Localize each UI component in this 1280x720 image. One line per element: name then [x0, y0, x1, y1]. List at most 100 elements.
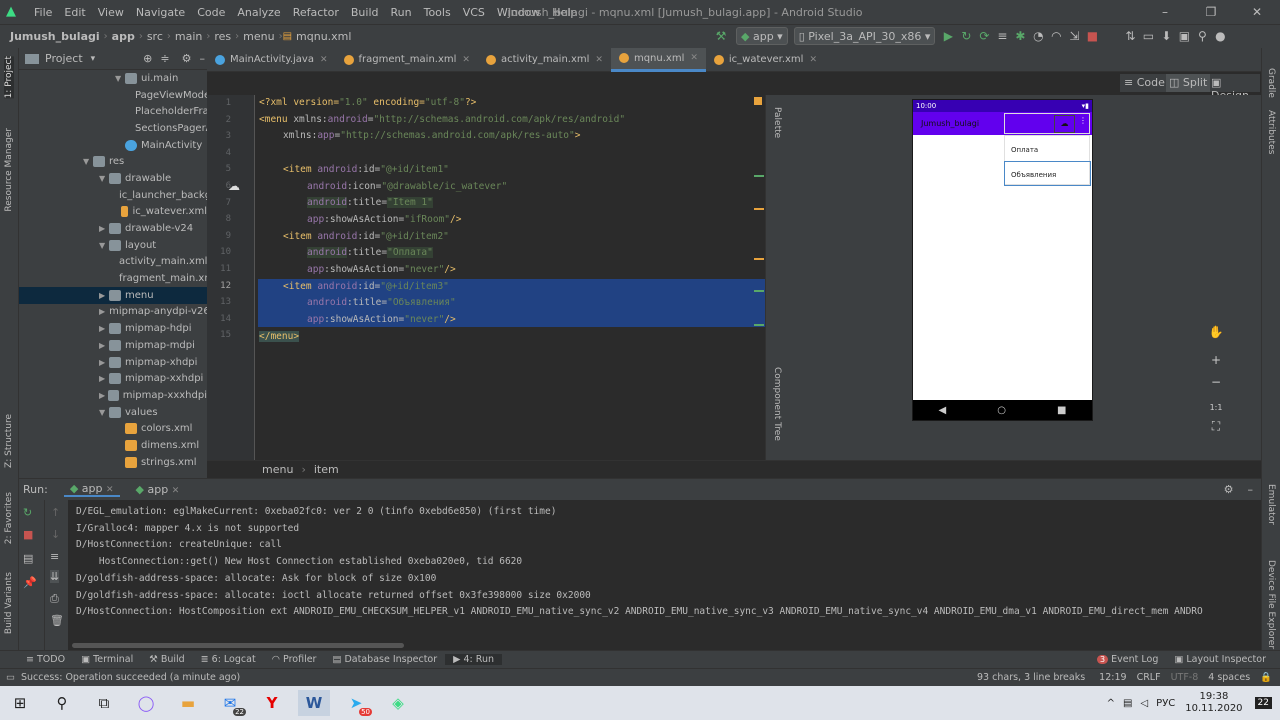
- file-explorer-icon[interactable]: ▬: [172, 690, 204, 716]
- android-studio-taskbar-icon[interactable]: ◈: [382, 690, 414, 716]
- breadcrumb-menu[interactable]: menu: [239, 30, 278, 43]
- coverage-icon[interactable]: ◔: [1029, 29, 1047, 43]
- status-indent[interactable]: 4 spaces: [1208, 672, 1250, 683]
- restore-icon[interactable]: ❐: [1188, 0, 1234, 24]
- notification-center-icon[interactable]: 22: [1254, 697, 1272, 709]
- breadcrumb-project[interactable]: Jumush_bulagi: [0, 30, 104, 43]
- down-arrow-icon[interactable]: ↓: [51, 528, 60, 541]
- device-file-explorer-tool-button[interactable]: Device File Explorer: [1266, 560, 1276, 649]
- chevron-right-icon[interactable]: ▶: [99, 391, 108, 400]
- error-stripe-mark[interactable]: [754, 175, 764, 177]
- watever-action-icon[interactable]: ☁: [1054, 115, 1075, 133]
- close-icon[interactable]: ✕: [595, 55, 603, 65]
- menu-tools[interactable]: Tools: [418, 6, 457, 19]
- tree-item[interactable]: ▼ ui.main: [19, 70, 207, 87]
- tree-item[interactable]: ▶ mipmap-xhdpi: [19, 354, 207, 371]
- restore-layout-icon[interactable]: ▤: [23, 552, 33, 565]
- tree-item[interactable]: dimens.xml: [19, 437, 207, 454]
- mail-icon[interactable]: ✉ 22: [214, 690, 246, 716]
- gear-icon[interactable]: ⚙: [182, 52, 192, 65]
- locate-icon[interactable]: ⊕: [143, 52, 152, 65]
- component-tree-tool-button[interactable]: Component Tree: [772, 367, 782, 441]
- clock[interactable]: 19:38 10.11.2020: [1185, 691, 1242, 715]
- scroll-to-end-icon[interactable]: ⇊: [50, 570, 60, 583]
- rerun-icon[interactable]: ↻: [23, 506, 32, 519]
- stop-icon[interactable]: ■: [1083, 29, 1101, 43]
- run-tab[interactable]: ▶ 4: Run: [445, 654, 502, 665]
- run-icon[interactable]: ▶: [939, 29, 957, 43]
- tree-item[interactable]: ic_launcher_background.xml: [19, 187, 207, 204]
- zoom-in-icon[interactable]: +: [1205, 353, 1227, 375]
- chevron-right-icon[interactable]: ▶: [99, 341, 109, 350]
- home-nav-icon[interactable]: ○: [997, 405, 1006, 416]
- todo-tab[interactable]: ≡ TODO: [18, 654, 73, 665]
- search-icon[interactable]: ⚲: [1193, 29, 1211, 43]
- close-icon[interactable]: ✕: [690, 53, 698, 63]
- menu-analyze[interactable]: Analyze: [231, 6, 286, 19]
- tree-item[interactable]: ▼ drawable: [19, 170, 207, 187]
- close-icon[interactable]: ✕: [462, 55, 470, 65]
- recents-nav-icon[interactable]: ■: [1057, 405, 1066, 416]
- structure-tool-button[interactable]: Z: Structure: [4, 414, 14, 468]
- device-select[interactable]: ▯ Pixel_3a_API_30_x86 ▾: [793, 27, 936, 45]
- logcat-tab[interactable]: ≣ 6: Logcat: [193, 654, 264, 665]
- chevron-down-icon[interactable]: ▼: [83, 157, 93, 166]
- menu-vcs[interactable]: VCS: [457, 6, 491, 19]
- chevron-right-icon[interactable]: ▶: [99, 358, 109, 367]
- tree-item[interactable]: SectionsPagerAdapter: [19, 120, 207, 137]
- up-arrow-icon[interactable]: ↑: [51, 506, 60, 519]
- palette-tool-button[interactable]: Palette: [772, 107, 782, 138]
- hammer-icon[interactable]: ⚒: [712, 29, 730, 43]
- run-tab-app-2[interactable]: ◆ app ✕: [130, 483, 186, 496]
- zoom-out-icon[interactable]: −: [1205, 375, 1227, 397]
- apply-changes-icon[interactable]: ↻: [957, 29, 975, 43]
- tree-item[interactable]: ▼ values: [19, 404, 207, 421]
- view-mode-code[interactable]: ≡ Code: [1124, 76, 1165, 89]
- menu-view[interactable]: View: [92, 6, 130, 19]
- print-icon[interactable]: ⎙: [50, 592, 59, 606]
- input-language[interactable]: РУС: [1156, 698, 1175, 709]
- zoom-actual-size[interactable]: 1:1: [1205, 397, 1227, 419]
- layout-inspector-tab[interactable]: ▣ Layout Inspector: [1166, 654, 1274, 665]
- windows-start-icon[interactable]: ⊞: [4, 690, 36, 716]
- tree-item[interactable]: strings.xml: [19, 454, 207, 471]
- task-view-icon[interactable]: ⧉: [88, 690, 120, 716]
- hide-icon[interactable]: –: [1248, 483, 1254, 496]
- avd-manager-icon[interactable]: ▭: [1139, 29, 1157, 43]
- close-icon[interactable]: ✕: [1234, 0, 1280, 24]
- rerun-icon[interactable]: ≡: [993, 29, 1011, 43]
- profile-icon[interactable]: ◠: [1047, 29, 1065, 43]
- pin-icon[interactable]: 📌: [23, 576, 37, 589]
- error-stripe-mark[interactable]: [754, 208, 764, 210]
- chevron-right-icon[interactable]: ▶: [99, 224, 109, 233]
- build-variants-tool-button[interactable]: Build Variants: [4, 572, 14, 634]
- user-icon[interactable]: ●: [1211, 29, 1229, 43]
- status-caret-position[interactable]: 12:19: [1099, 672, 1126, 683]
- profiler-tab[interactable]: ◠ Profiler: [264, 654, 325, 665]
- lock-icon[interactable]: 🔒: [1260, 672, 1272, 683]
- chevron-down-icon[interactable]: ▼: [99, 408, 109, 417]
- tree-item[interactable]: ▶ mipmap-anydpi-v26: [19, 304, 207, 321]
- zoom-fit-icon[interactable]: ⛶: [1205, 419, 1227, 439]
- debug-icon[interactable]: ✱: [1011, 29, 1029, 43]
- status-line-ending[interactable]: CRLF: [1137, 672, 1161, 683]
- warning-marker-icon[interactable]: [754, 97, 762, 105]
- sync-gradle-icon[interactable]: ⇅: [1121, 29, 1139, 43]
- editor-tab[interactable]: fragment_main.xml ✕: [336, 48, 478, 72]
- resource-manager-tool-button[interactable]: Resource Manager: [4, 128, 14, 212]
- chevron-down-icon[interactable]: ▼: [99, 241, 109, 250]
- menu-file[interactable]: File: [28, 6, 58, 19]
- menu-navigate[interactable]: Navigate: [130, 6, 191, 19]
- attributes-tool-button[interactable]: Attributes: [1266, 110, 1276, 154]
- chevron-right-icon[interactable]: ▶: [99, 291, 109, 300]
- stop-icon[interactable]: ■: [23, 528, 33, 541]
- breadcrumb-file[interactable]: mqnu.xml: [292, 30, 355, 43]
- tree-item[interactable]: ▶ mipmap-hdpi: [19, 320, 207, 337]
- run-config-select[interactable]: ◆ app ▾: [736, 27, 788, 45]
- menu-edit[interactable]: Edit: [58, 6, 91, 19]
- word-icon[interactable]: W: [298, 690, 330, 716]
- collapse-icon[interactable]: ≑: [160, 52, 169, 65]
- terminal-tab[interactable]: ▣ Terminal: [73, 654, 141, 665]
- tree-item[interactable]: colors.xml: [19, 420, 207, 437]
- overflow-menu-icon[interactable]: ⋮: [1079, 116, 1087, 125]
